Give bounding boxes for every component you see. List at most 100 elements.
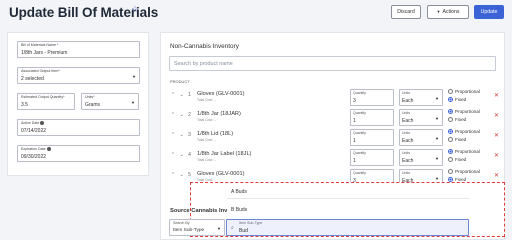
radio-icon [448, 137, 453, 143]
units-select[interactable]: Units Each ▼ [399, 89, 443, 106]
star-icon[interactable]: ☆ [131, 4, 139, 15]
fixed-radio[interactable]: Fixed [448, 157, 466, 163]
active-date-value: 07/14/2022 [21, 128, 47, 134]
expiration-date-field[interactable]: Expiration Date 09/30/2022 [17, 145, 140, 162]
quantity-label: Quantity [353, 171, 367, 175]
units-value: Each [402, 158, 414, 164]
quantity-field[interactable]: Quantity 1 [350, 129, 394, 146]
proportional-label: Proportional [455, 149, 480, 154]
source-section-title: Source Cannabis Inv [170, 208, 228, 214]
output-item-select[interactable]: Associated Output Item* 2 selected ▼ [17, 67, 140, 84]
search-by-label: Search By [173, 221, 190, 225]
fixed-radio[interactable]: Fixed [448, 97, 467, 103]
search-by-value: Item Sub-Type [173, 228, 205, 233]
divider [227, 198, 469, 199]
search-by-select[interactable]: Search By Item Sub-Type ▼ [169, 219, 225, 236]
radio-icon [448, 89, 453, 95]
proportional-radio[interactable]: Proportional [448, 89, 480, 95]
units-select[interactable]: Units Each ▼ [399, 149, 443, 166]
proportional-label: Proportional [455, 129, 480, 134]
radio-selected-icon [448, 109, 453, 115]
dropdown-arrow-icon: ▼ [435, 156, 439, 161]
units-label: Units [402, 131, 410, 135]
reorder-control[interactable]: ⌃ ⌄ 3 [171, 132, 192, 138]
quantity-value: 1 [353, 158, 356, 164]
units-label: Units [402, 91, 410, 95]
output-item-label: Associated Output Item* [21, 69, 60, 73]
dropdown-arrow-icon: ▼ [132, 74, 136, 79]
dropdown-arrow-icon: ▼ [217, 226, 221, 231]
column-header-product: PRODUCT [170, 79, 190, 84]
units-select[interactable]: Units Each ▼ [399, 129, 443, 146]
chevron-down-icon: ▼ [436, 9, 441, 14]
product-name: Gloves (GLV-0001) [197, 91, 245, 97]
product-name: Gloves (GLV-0001) [197, 171, 245, 177]
delete-icon[interactable]: ✕ [494, 172, 499, 179]
fixed-label: Fixed [455, 97, 467, 102]
units-value: Grams [85, 102, 100, 108]
quantity-field[interactable]: Quantity 1 [350, 149, 394, 166]
bom-name-value: 1/8th Jars - Premium [21, 50, 68, 56]
proportional-label: Proportional [455, 169, 480, 174]
dropdown-option[interactable]: B Buds [231, 207, 247, 213]
proportional-radio[interactable]: Proportional [448, 129, 480, 135]
delete-icon[interactable]: ✕ [494, 92, 499, 99]
output-qty-field[interactable]: Estimated Output Quantity* 3.5 [17, 93, 75, 110]
reorder-control[interactable]: ⌃ ⌄ 5 [171, 172, 192, 178]
expiration-date-label: Expiration Date [21, 147, 46, 151]
units-select[interactable]: Units* Grams ▼ [81, 93, 139, 110]
fixed-radio[interactable]: Fixed [448, 137, 466, 143]
proportional-radio[interactable]: Proportional [448, 149, 480, 155]
reorder-control[interactable]: ⌃ ⌄ 4 [171, 152, 192, 158]
product-name: 1/8th Jar (18JAR) [197, 111, 241, 117]
units-label: Units [402, 151, 410, 155]
product-name: 1/8th Jar Label (18JL) [197, 151, 252, 157]
proportional-radio[interactable]: Proportional [448, 109, 480, 115]
reorder-control[interactable]: ⌃ ⌄ 1 [171, 92, 192, 98]
dropdown-arrow-icon: ▼ [435, 116, 439, 121]
product-search-input[interactable]: Search by product name [169, 56, 496, 71]
help-icon [46, 147, 51, 152]
quantity-field[interactable]: Quantity 3 [350, 89, 394, 106]
dropdown-arrow-icon: ▼ [435, 96, 439, 101]
table-row: ⌃ ⌄ 1 Gloves (GLV-0001) Total Cost: -- Q… [161, 89, 506, 109]
delete-icon[interactable]: ✕ [494, 112, 499, 119]
proportional-radio[interactable]: Proportional [448, 169, 480, 175]
bom-details-panel: Bill of Materials Name * 1/8th Jars - Pr… [7, 32, 149, 176]
delete-icon[interactable]: ✕ [494, 152, 499, 159]
bom-name-label: Bill of Materials Name * [21, 43, 59, 47]
search-icon: ⌕ [231, 225, 234, 231]
actions-label: Actions [442, 9, 460, 15]
subtype-search-input[interactable]: ⌕ Item Sub-Type Bud [226, 219, 469, 236]
quantity-label: Quantity [353, 111, 367, 115]
delete-icon[interactable]: ✕ [494, 132, 499, 139]
units-label: Units [402, 171, 410, 175]
reorder-control[interactable]: ⌃ ⌄ 2 [171, 112, 192, 118]
units-select[interactable]: Units Each ▼ [399, 109, 443, 126]
product-cost: Total Cost: -- [197, 138, 217, 142]
table-row: ⌃ ⌄ 3 1/8th Lid (18L) Total Cost: -- Qua… [161, 129, 506, 149]
discard-button[interactable]: Discard [391, 5, 421, 19]
search-placeholder: Search by product name [174, 61, 233, 67]
radio-icon [448, 117, 453, 123]
units-label: Units [402, 111, 410, 115]
quantity-value: 3 [353, 98, 356, 104]
quantity-label: Quantity [353, 151, 367, 155]
radio-icon [448, 157, 453, 163]
units-value: Each [402, 138, 414, 144]
dropdown-arrow-icon: ▼ [435, 176, 439, 181]
subtype-value: Bud [239, 228, 248, 234]
update-button[interactable]: Update [474, 5, 504, 19]
product-cost: Total Cost: -- [197, 158, 217, 162]
subtype-label: Item Sub-Type [239, 221, 263, 225]
active-date-field[interactable]: Active Date 07/14/2022 [17, 119, 140, 136]
dropdown-option[interactable]: A Buds [231, 189, 247, 195]
quantity-field[interactable]: Quantity 1 [350, 109, 394, 126]
bom-name-field[interactable]: Bill of Materials Name * 1/8th Jars - Pr… [17, 41, 140, 58]
expiration-date-value: 09/30/2022 [21, 154, 47, 160]
section-title: Non-Cannabis Inventory [170, 43, 239, 50]
table-row: ⌃ ⌄ 4 1/8th Jar Label (18JL) Total Cost:… [161, 149, 506, 169]
actions-button[interactable]: ▼ Actions [427, 5, 469, 19]
fixed-radio[interactable]: Fixed [448, 117, 466, 123]
product-cost: Total Cost: -- [197, 98, 217, 102]
